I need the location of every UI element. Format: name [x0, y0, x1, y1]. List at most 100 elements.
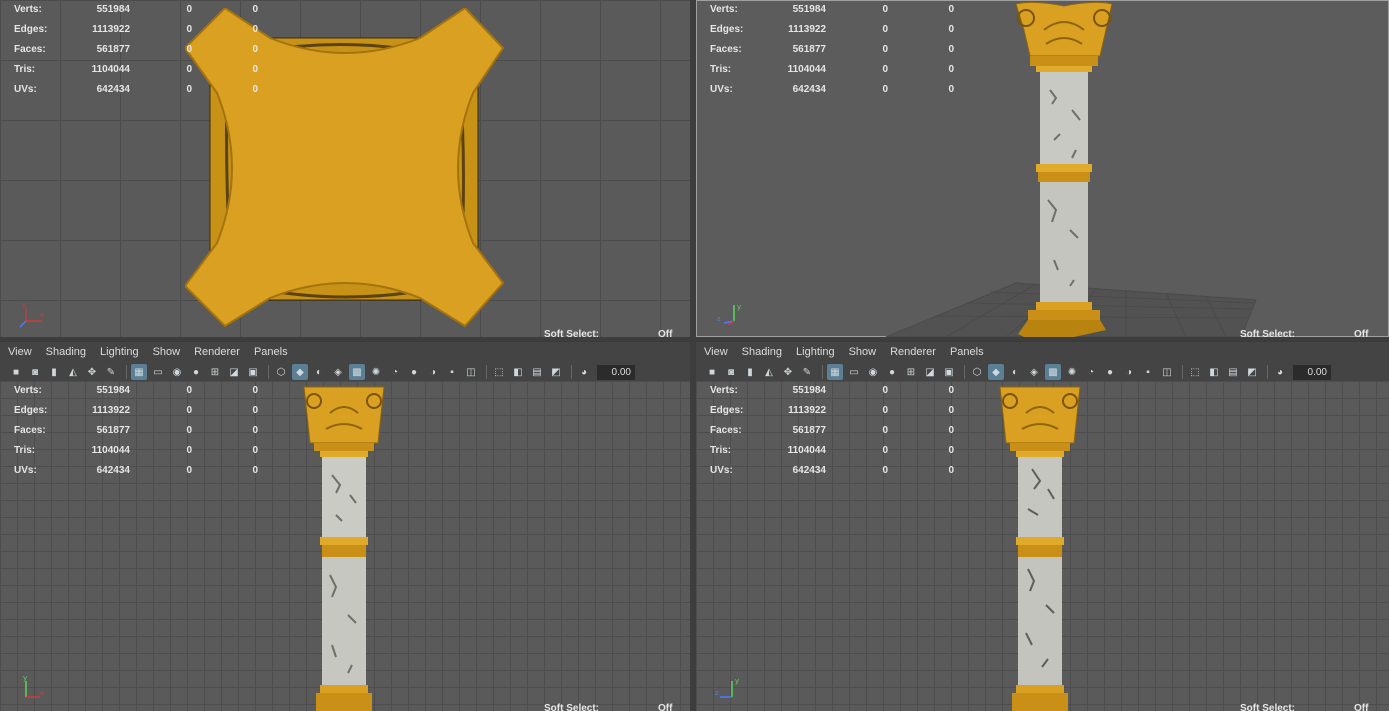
- 2d-pan-zoom-icon[interactable]: ✥: [84, 364, 100, 380]
- hud-component-count: 0: [252, 405, 258, 416]
- menu-shading[interactable]: Shading: [46, 346, 86, 358]
- depth-of-field-icon[interactable]: ◫: [463, 364, 479, 380]
- camera-icon[interactable]: ■: [8, 364, 24, 380]
- smooth-shade-icon[interactable]: ◆: [292, 364, 308, 380]
- xray-joints-icon[interactable]: ▤: [529, 364, 545, 380]
- front-viewport[interactable]: Verts: 551984 0 0 Edges: 1113922 0 0 Faces: 56187…: [0, 381, 690, 711]
- menu-panels[interactable]: Panels: [950, 346, 984, 358]
- axis-gizmo-front: y x: [23, 675, 44, 698]
- exposure-icon[interactable]: ◕: [576, 364, 592, 380]
- wireframe-icon[interactable]: ⬡: [969, 364, 985, 380]
- field-chart-icon[interactable]: ⊞: [903, 364, 919, 380]
- screen-space-ao-icon[interactable]: ●: [406, 364, 422, 380]
- smooth-shade-icon[interactable]: ◆: [988, 364, 1004, 380]
- safe-title-icon[interactable]: ▣: [941, 364, 957, 380]
- gate-mask-icon[interactable]: ●: [884, 364, 900, 380]
- exposure-field[interactable]: 0.00: [1293, 364, 1331, 380]
- film-gate-icon[interactable]: ▭: [846, 364, 862, 380]
- motion-blur-icon[interactable]: ◑: [425, 364, 441, 380]
- resolution-gate-icon[interactable]: ◉: [169, 364, 185, 380]
- exposure-field[interactable]: 0.00: [597, 364, 635, 380]
- hud-label: UVs:: [710, 84, 733, 95]
- depth-of-field-icon[interactable]: ◫: [1159, 364, 1175, 380]
- image-plane-icon[interactable]: ◭: [65, 364, 81, 380]
- hud-row: Tris: 1104044 0 0: [14, 60, 258, 80]
- motion-blur-icon[interactable]: ◑: [1121, 364, 1137, 380]
- menu-view[interactable]: View: [704, 346, 728, 358]
- 2d-pan-zoom-icon[interactable]: ✥: [780, 364, 796, 380]
- exposure-icon[interactable]: ◕: [1272, 364, 1288, 380]
- hud-count: 1113922: [788, 405, 826, 416]
- use-all-lights-icon[interactable]: ✺: [368, 364, 384, 380]
- xray-joints-icon[interactable]: ▤: [1225, 364, 1241, 380]
- column-side-view[interactable]: [998, 385, 1082, 711]
- hud-label: UVs:: [14, 84, 37, 95]
- hud-component-count: 0: [948, 385, 954, 396]
- menu-shading[interactable]: Shading: [742, 346, 782, 358]
- toolbar-separator: [486, 365, 487, 379]
- menu-show[interactable]: Show: [153, 346, 181, 358]
- hud-component-count: 0: [948, 84, 954, 95]
- default-material-icon[interactable]: ◐: [311, 364, 327, 380]
- isolate-select-icon[interactable]: ⬚: [491, 364, 507, 380]
- textured-icon[interactable]: ▩: [349, 364, 365, 380]
- menu-renderer[interactable]: Renderer: [890, 346, 936, 358]
- xray-active-icon[interactable]: ◩: [1244, 364, 1260, 380]
- gate-mask-icon[interactable]: ●: [188, 364, 204, 380]
- hud-selected-count: 0: [186, 465, 192, 476]
- grid-icon[interactable]: ▦: [827, 364, 843, 380]
- multisample-aa-icon[interactable]: ▪: [444, 364, 460, 380]
- poly-count-hud: Verts: 551984 0 0 Edges: 1113922 0 0 Faces: 56187…: [14, 0, 258, 100]
- safe-action-icon[interactable]: ◪: [922, 364, 938, 380]
- side-viewport[interactable]: Verts: 551984 0 0 Edges: 1113922 0 0 Faces: 56187…: [696, 381, 1389, 711]
- wireframe-on-shaded-icon[interactable]: ◈: [330, 364, 346, 380]
- grid-icon[interactable]: ▦: [131, 364, 147, 380]
- bookmark-icon[interactable]: ▮: [46, 364, 62, 380]
- isolate-select-icon[interactable]: ⬚: [1187, 364, 1203, 380]
- menu-view[interactable]: View: [8, 346, 32, 358]
- top-viewport[interactable]: Verts: 551984 0 0 Edges: 1113922 0 0 Faces: 56187…: [0, 0, 690, 337]
- hud-count: 1113922: [92, 24, 130, 35]
- menu-lighting[interactable]: Lighting: [796, 346, 835, 358]
- column-front-view[interactable]: [302, 385, 386, 711]
- hud-component-count: 0: [252, 4, 258, 15]
- xray-icon[interactable]: ◧: [510, 364, 526, 380]
- xray-active-icon[interactable]: ◩: [548, 364, 564, 380]
- column-perspective-view[interactable]: [1014, 0, 1114, 337]
- menu-panels[interactable]: Panels: [254, 346, 288, 358]
- hud-row: Verts: 551984 0 0: [14, 381, 258, 401]
- camera-icon[interactable]: ■: [704, 364, 720, 380]
- film-gate-icon[interactable]: ▭: [150, 364, 166, 380]
- resolution-gate-icon[interactable]: ◉: [865, 364, 881, 380]
- hud-count: 551984: [792, 385, 826, 396]
- grease-pencil-icon[interactable]: ✎: [103, 364, 119, 380]
- toolbar-separator: [1182, 365, 1183, 379]
- shadows-icon[interactable]: ◔: [1083, 364, 1099, 380]
- menu-show[interactable]: Show: [849, 346, 877, 358]
- hud-component-count: 0: [252, 445, 258, 456]
- hud-count: 1113922: [788, 24, 826, 35]
- shadows-icon[interactable]: ◔: [387, 364, 403, 380]
- multisample-aa-icon[interactable]: ▪: [1140, 364, 1156, 380]
- perspective-viewport[interactable]: Verts: 551984 0 0 Edges: 1113922 0 0 Faces: 56187…: [696, 0, 1389, 337]
- menu-lighting[interactable]: Lighting: [100, 346, 139, 358]
- screen-space-ao-icon[interactable]: ●: [1102, 364, 1118, 380]
- field-chart-icon[interactable]: ⊞: [207, 364, 223, 380]
- bookmark-icon[interactable]: ▮: [742, 364, 758, 380]
- wireframe-on-shaded-icon[interactable]: ◈: [1026, 364, 1042, 380]
- image-plane-icon[interactable]: ◭: [761, 364, 777, 380]
- default-material-icon[interactable]: ◐: [1007, 364, 1023, 380]
- hud-selected-count: 0: [186, 84, 192, 95]
- svg-text:y: y: [735, 677, 739, 685]
- grease-pencil-icon[interactable]: ✎: [799, 364, 815, 380]
- safe-title-icon[interactable]: ▣: [245, 364, 261, 380]
- xray-icon[interactable]: ◧: [1206, 364, 1222, 380]
- hud-count: 561877: [96, 44, 130, 55]
- menu-renderer[interactable]: Renderer: [194, 346, 240, 358]
- wireframe-icon[interactable]: ⬡: [273, 364, 289, 380]
- use-all-lights-icon[interactable]: ✺: [1064, 364, 1080, 380]
- safe-action-icon[interactable]: ◪: [226, 364, 242, 380]
- textured-icon[interactable]: ▩: [1045, 364, 1061, 380]
- camera-attributes-icon[interactable]: ◙: [723, 364, 739, 380]
- camera-attributes-icon[interactable]: ◙: [27, 364, 43, 380]
